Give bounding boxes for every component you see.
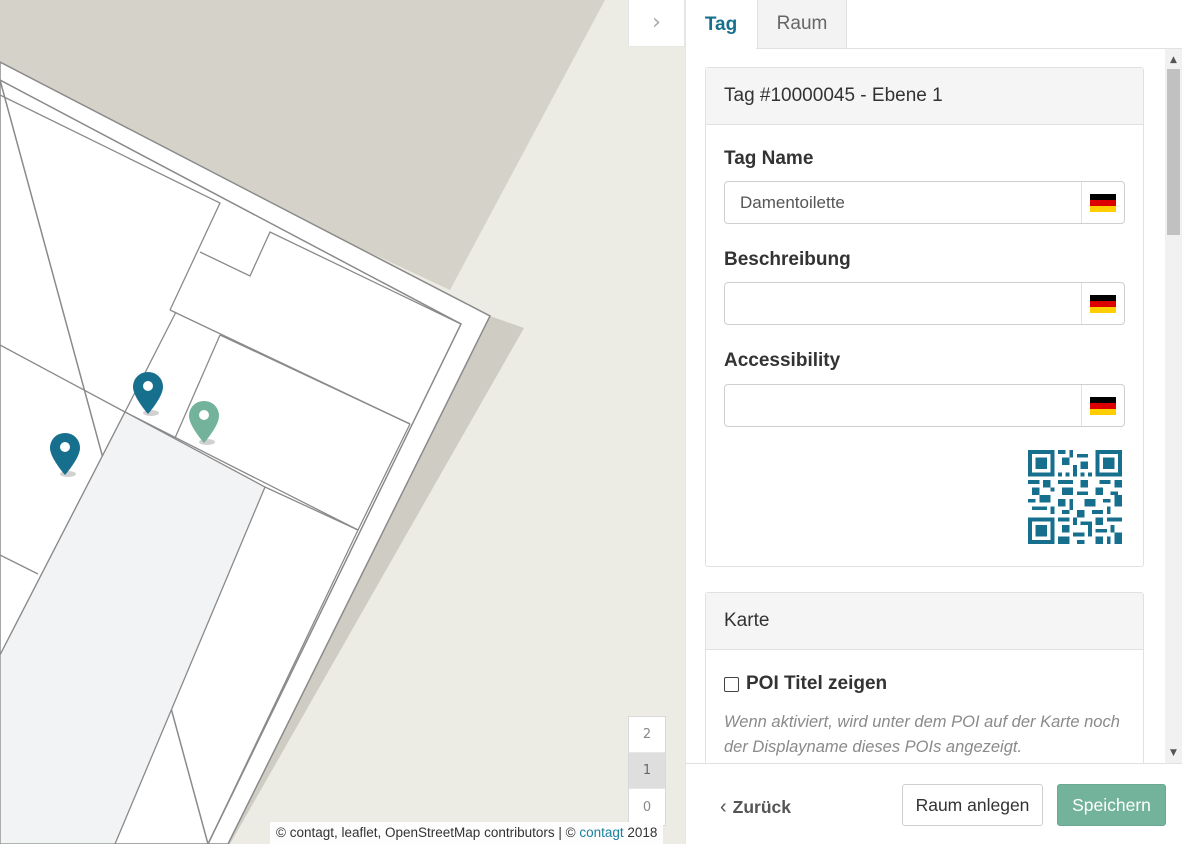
- map-settings-card: Karte POI Titel zeigen Wenn aktiviert, w…: [705, 592, 1144, 763]
- scroll-up-arrow-icon[interactable]: ▲: [1165, 51, 1182, 68]
- create-room-button[interactable]: Raum anlegen: [902, 784, 1043, 826]
- de-flag-icon: [1090, 193, 1116, 212]
- floor-button-1[interactable]: 1: [629, 753, 665, 789]
- panel-scrollbar[interactable]: ▲ ▼: [1165, 49, 1182, 763]
- language-switch-button[interactable]: [1081, 182, 1124, 223]
- accessibility-label: Accessibility: [724, 350, 841, 371]
- floor-button-2[interactable]: 2: [629, 717, 665, 753]
- selected-map-pin-icon[interactable]: [188, 399, 220, 445]
- tab-raum[interactable]: Raum: [757, 0, 847, 48]
- map-attribution: © contagt, leaflet, OpenStreetMap contri…: [270, 822, 664, 844]
- collapse-panel-button[interactable]: ›: [628, 0, 685, 47]
- de-flag-icon: [1090, 396, 1116, 415]
- save-button[interactable]: Speichern: [1057, 784, 1166, 826]
- scroll-down-arrow-icon[interactable]: ▼: [1165, 744, 1182, 761]
- language-switch-button[interactable]: [1081, 385, 1124, 426]
- tab-tag[interactable]: Tag: [686, 0, 756, 49]
- accessibility-field: [724, 384, 1125, 427]
- attribution-text: © contagt, leaflet, OpenStreetMap contri…: [276, 825, 576, 840]
- description-label: Beschreibung: [724, 249, 851, 270]
- qr-code-icon[interactable]: [1028, 450, 1122, 544]
- poi-title-help: Wenn aktiviert, wird unter dem POI auf d…: [724, 713, 1120, 756]
- panel-tabs: Tag Raum: [686, 0, 1182, 49]
- map-card-title: Karte: [706, 593, 1143, 650]
- tag-name-field: [724, 181, 1125, 224]
- panel-scroll-area[interactable]: Tag #10000045 - Ebene 1 Tag Name Beschre…: [686, 49, 1182, 763]
- poi-title-toggle[interactable]: POI Titel zeigen: [724, 673, 887, 695]
- tag-card-title: Tag #10000045 - Ebene 1: [706, 68, 1143, 125]
- tag-name-label: Tag Name: [724, 148, 814, 169]
- map-pin-icon[interactable]: [132, 370, 164, 416]
- poi-title-checkbox[interactable]: [724, 676, 739, 692]
- description-field: [724, 282, 1125, 325]
- details-panel: Tag Raum Tag #10000045 - Ebene 1 Tag Nam…: [685, 0, 1182, 844]
- tag-card: Tag #10000045 - Ebene 1 Tag Name Beschre…: [705, 67, 1144, 567]
- de-flag-icon: [1090, 294, 1116, 313]
- floor-plan[interactable]: [0, 0, 685, 844]
- contagt-link[interactable]: contagt: [579, 825, 623, 840]
- panel-footer: ‹ Zurück Raum anlegen Speichern: [686, 763, 1182, 844]
- language-switch-button[interactable]: [1081, 283, 1124, 324]
- chevron-left-icon: ‹: [720, 796, 727, 818]
- description-input[interactable]: [725, 283, 1081, 324]
- poi-title-label: POI Titel zeigen: [746, 673, 888, 694]
- map-pin-icon[interactable]: [49, 431, 81, 477]
- chevron-right-icon: ›: [652, 10, 661, 35]
- back-label: Zurück: [732, 797, 792, 817]
- floor-button-0[interactable]: 0: [629, 789, 665, 825]
- indoor-map[interactable]: › 2 1 0 © contagt, leaflet, OpenStreetMa…: [0, 0, 685, 844]
- tag-name-input[interactable]: [725, 182, 1081, 223]
- floor-selector: 2 1 0: [628, 716, 666, 826]
- accessibility-input[interactable]: [725, 385, 1081, 426]
- attribution-year: 2018: [627, 825, 658, 840]
- back-button[interactable]: ‹ Zurück: [720, 796, 791, 819]
- scrollbar-thumb[interactable]: [1167, 69, 1180, 235]
